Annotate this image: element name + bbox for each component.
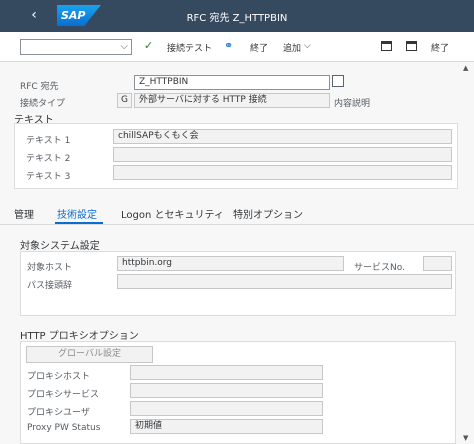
more-menu[interactable]: 追加 [283, 41, 301, 54]
tab-technical-settings[interactable]: 技術設定 [57, 206, 97, 221]
service-field[interactable] [423, 256, 452, 271]
shell-bar: ‹ SAP RFC 宛先 Z_HTTPBIN [0, 0, 474, 32]
exit-system-button[interactable]: 終了 [431, 41, 449, 54]
layout-icon[interactable] [406, 41, 417, 51]
text2-label: テキスト 2 [26, 154, 71, 164]
tab-divider [0, 224, 474, 225]
text1-label: テキスト 1 [26, 136, 71, 146]
command-field[interactable]: ⌵ [20, 39, 132, 55]
display-change-icon[interactable]: ⚭ [224, 39, 233, 52]
window-icon[interactable] [381, 41, 392, 51]
path-field[interactable] [117, 274, 452, 289]
proxy-pw-status-field: 初期値 [130, 419, 323, 434]
proxy-host-label: プロキシホスト [27, 372, 91, 382]
scroll-up-icon[interactable]: ▲ [463, 64, 468, 72]
copy-icon[interactable] [332, 75, 344, 87]
chevron-down-icon[interactable]: ⌵ [120, 41, 128, 52]
conn-type-desc: 外部サーバに対する HTTP 接続 [134, 93, 330, 108]
path-label: パス接頭辞 [27, 281, 73, 291]
scroll-down-icon[interactable]: ▼ [463, 434, 468, 442]
tab-special-options[interactable]: 特別オプション [233, 206, 303, 221]
text3-label: テキスト 3 [26, 172, 71, 182]
proxy-user-field[interactable] [130, 401, 323, 416]
dest-label: RFC 宛先 [20, 82, 59, 92]
proxy-pw-status-label: Proxy PW Status [27, 423, 101, 433]
vertical-scrollbar[interactable]: ▲ ▼ [462, 64, 472, 444]
proxy-host-field[interactable] [130, 365, 323, 380]
target-system-title: 対象システム設定 [20, 241, 100, 252]
proxy-service-label: プロキシサービス [27, 390, 100, 400]
more-chevron-icon[interactable]: ⌵ [304, 41, 311, 51]
conn-type-code[interactable]: G [117, 93, 132, 108]
global-settings-button[interactable]: グローバル設定 [26, 346, 153, 363]
text3-field[interactable] [113, 165, 452, 180]
service-label: サービスNo. [354, 263, 405, 273]
proxy-user-label: プロキシユーザ [27, 408, 90, 418]
text2-field[interactable] [113, 147, 452, 162]
host-label: 対象ホスト [27, 263, 73, 273]
page-title: RFC 宛先 Z_HTTPBIN [186, 13, 288, 24]
exit-button[interactable]: 終了 [250, 41, 268, 54]
connection-test-button[interactable]: 接続テスト [167, 41, 212, 54]
proxy-service-field[interactable] [130, 383, 323, 398]
dest-field[interactable]: Z_HTTPBIN [134, 75, 330, 90]
desc-label: 内容説明 [334, 99, 371, 109]
conn-type-label: 接続タイプ [20, 99, 66, 109]
application-toolbar: ⌵ ✓ 接続テスト ⚭ 終了 追加 ⌵ 終了 [0, 32, 474, 62]
check-icon[interactable]: ✓ [144, 39, 153, 52]
host-field[interactable]: httpbin.org [117, 256, 344, 271]
proxy-section-title: HTTP プロキシオプション [20, 331, 139, 342]
tab-logon-security[interactable]: Logon とセキュリティ [121, 206, 224, 221]
text1-field[interactable]: chillSAPもくもく会 [113, 129, 452, 144]
tab-administration[interactable]: 管理 [14, 206, 34, 221]
